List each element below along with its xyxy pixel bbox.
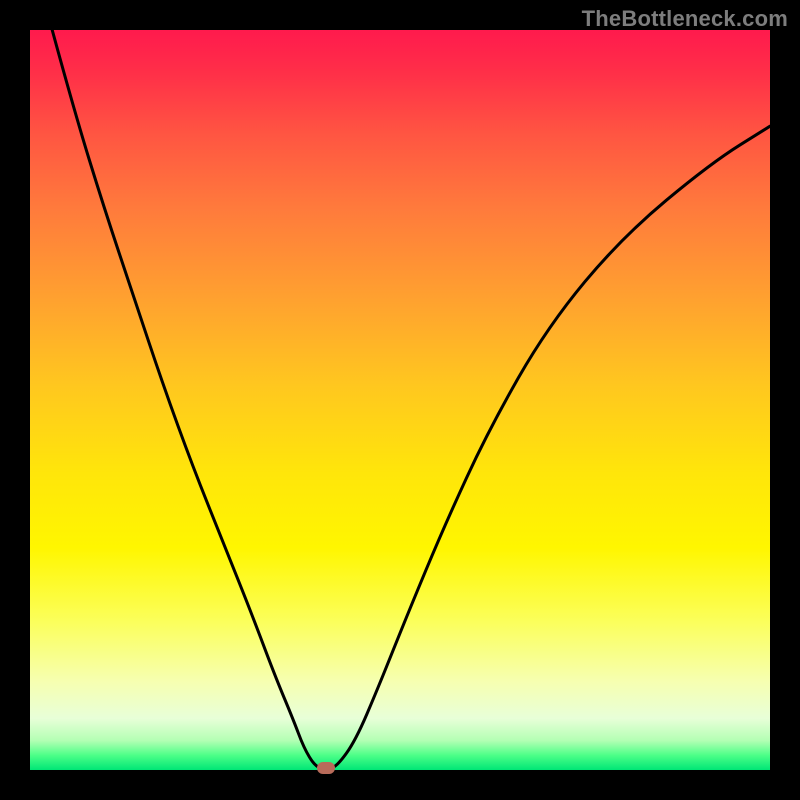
chart-frame: TheBottleneck.com xyxy=(0,0,800,800)
optimal-point-marker xyxy=(317,762,335,774)
plot-area xyxy=(30,30,770,770)
bottleneck-curve xyxy=(30,30,770,770)
watermark-text: TheBottleneck.com xyxy=(582,6,788,32)
